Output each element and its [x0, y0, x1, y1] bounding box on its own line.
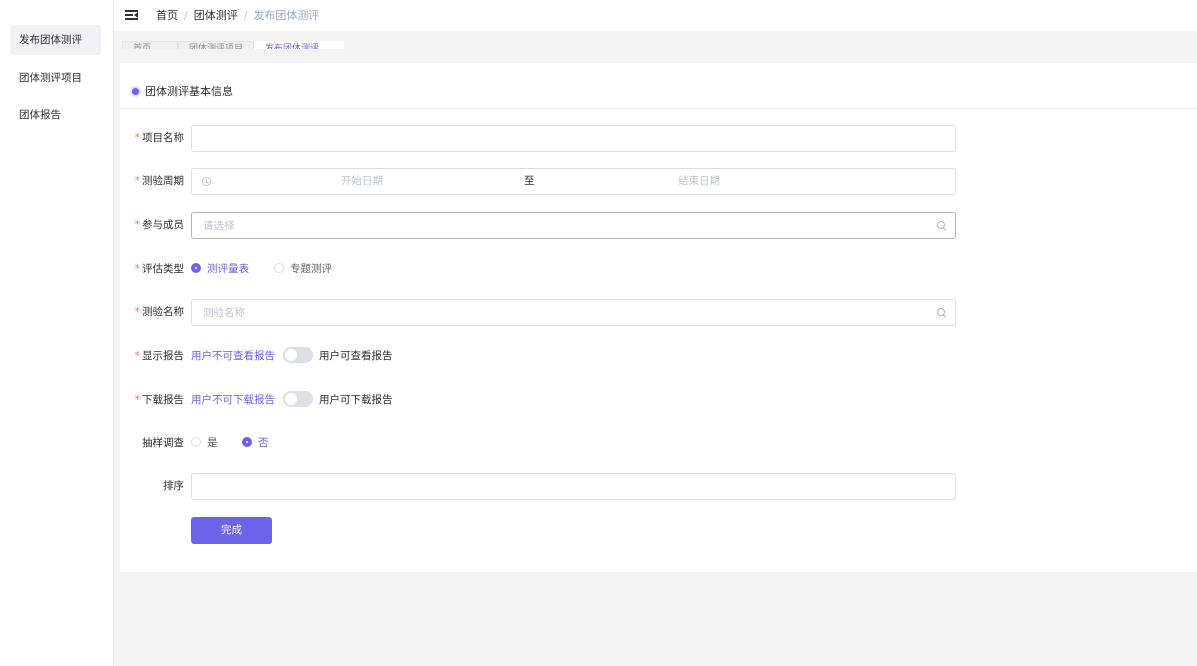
project-name-field[interactable] — [191, 125, 956, 152]
radio-checked-icon — [242, 437, 252, 447]
start-date-input[interactable]: 开始日期 — [212, 169, 512, 194]
sort-label: 排序 — [163, 480, 184, 492]
breadcrumb-group-test[interactable]: 团体测评 — [194, 9, 238, 22]
show-report-switch[interactable] — [283, 347, 313, 363]
breadcrumb-separator: / — [184, 9, 188, 22]
radio-sampling-no[interactable]: 否 — [242, 430, 269, 457]
test-name-label: * 测验名称 — [134, 306, 184, 318]
radio-checked-icon — [191, 263, 201, 273]
tag-home[interactable]: 首页 — [122, 41, 178, 49]
form-row-period: * 测验周期 开始日期 至 结束日期 — [120, 168, 1197, 195]
form-row-project-name: * 项目名称 — [120, 125, 1197, 152]
menu-fold-icon[interactable] — [125, 9, 138, 21]
search-icon[interactable] — [937, 221, 947, 231]
project-name-input[interactable] — [192, 126, 955, 151]
form-row-download-report: * 下载报告 用户不可下载报告 用户可下载报告 — [120, 387, 1197, 414]
date-range-separator: 至 — [524, 175, 535, 187]
radio-unchecked-icon — [191, 437, 201, 447]
breadcrumb-current: 发布团体测评 — [253, 9, 320, 22]
download-report-inactive-text[interactable]: 用户不可下载报告 — [191, 394, 275, 406]
radio-topic-test[interactable]: 专题测评 — [274, 256, 332, 283]
section-title: 团体测评基本信息 — [145, 85, 233, 98]
form-row-eval-type: * 评估类型 测评量表 专题测评 — [120, 256, 1197, 283]
form-row-sampling: 抽样调查 是 否 — [120, 430, 1197, 457]
breadcrumb: 首页 / 团体测评 / 发布团体测评 — [156, 0, 319, 31]
form-row-members: * 参与成员 — [120, 212, 1197, 239]
members-select[interactable] — [191, 212, 956, 239]
tag-group-test-projects[interactable]: 团体测评项目 — [178, 41, 254, 49]
test-name-input[interactable] — [192, 300, 955, 325]
period-label: * 测验周期 — [134, 175, 184, 187]
sidebar-item-publish-group-test[interactable]: 发布团体测评 — [10, 25, 101, 55]
show-report-label: * 显示报告 — [134, 350, 184, 362]
search-icon[interactable] — [937, 308, 947, 318]
radio-sampling-yes[interactable]: 是 — [191, 430, 218, 457]
test-name-field[interactable] — [191, 299, 956, 326]
show-report-switch-group: 用户不可查看报告 用户可查看报告 — [191, 343, 393, 370]
form-row-show-report: * 显示报告 用户不可查看报告 用户可查看报告 — [120, 343, 1197, 370]
eval-type-label: * 评估类型 — [134, 263, 184, 275]
download-report-switch[interactable] — [283, 391, 313, 407]
show-report-active-text[interactable]: 用户可查看报告 — [319, 350, 393, 362]
form-card: 团体测评基本信息 * 项目名称 * 测验周期 开始日期 至 结束日期 * 参与成员 — [120, 63, 1197, 572]
sidebar-item-group-test-projects[interactable]: 团体测评项目 — [10, 63, 101, 93]
sidebar-item-group-reports[interactable]: 团体报告 — [10, 100, 101, 130]
main-content: 团体测评基本信息 * 项目名称 * 测验周期 开始日期 至 结束日期 * 参与成员 — [114, 49, 1197, 666]
radio-scale-test[interactable]: 测评量表 — [191, 256, 249, 283]
tags-view-bar: 首页 团体测评项目 发布团体测评 — [114, 31, 1197, 49]
sort-field[interactable] — [191, 473, 956, 500]
project-name-label: * 项目名称 — [134, 132, 184, 144]
download-report-label: * 下载报告 — [134, 394, 184, 406]
show-report-inactive-text[interactable]: 用户不可查看报告 — [191, 350, 275, 362]
breadcrumb-separator: / — [243, 9, 248, 22]
top-header: 首页 / 团体测评 / 发布团体测评 — [114, 0, 1197, 31]
submit-button[interactable]: 完成 — [191, 517, 272, 544]
download-report-active-text[interactable]: 用户可下载报告 — [319, 394, 393, 406]
sort-input[interactable] — [192, 474, 955, 499]
form-row-test-name: * 测验名称 — [120, 299, 1197, 326]
members-label: * 参与成员 — [134, 219, 184, 231]
tag-publish-group-test[interactable]: 发布团体测评 — [254, 41, 344, 49]
sidebar: 发布团体测评 团体测评项目 团体报告 — [0, 0, 114, 666]
members-input[interactable] — [192, 213, 955, 238]
clock-icon — [202, 177, 211, 186]
form-row-sort: 排序 — [120, 473, 1197, 500]
breadcrumb-home[interactable]: 首页 — [156, 9, 178, 22]
end-date-input[interactable]: 结束日期 — [549, 169, 849, 194]
date-range-picker[interactable]: 开始日期 至 结束日期 — [191, 168, 956, 195]
section-divider — [120, 108, 1197, 109]
sampling-label: 抽样调查 — [142, 437, 184, 449]
radio-unchecked-icon — [274, 263, 284, 273]
download-report-switch-group: 用户不可下载报告 用户可下载报告 — [191, 387, 393, 414]
